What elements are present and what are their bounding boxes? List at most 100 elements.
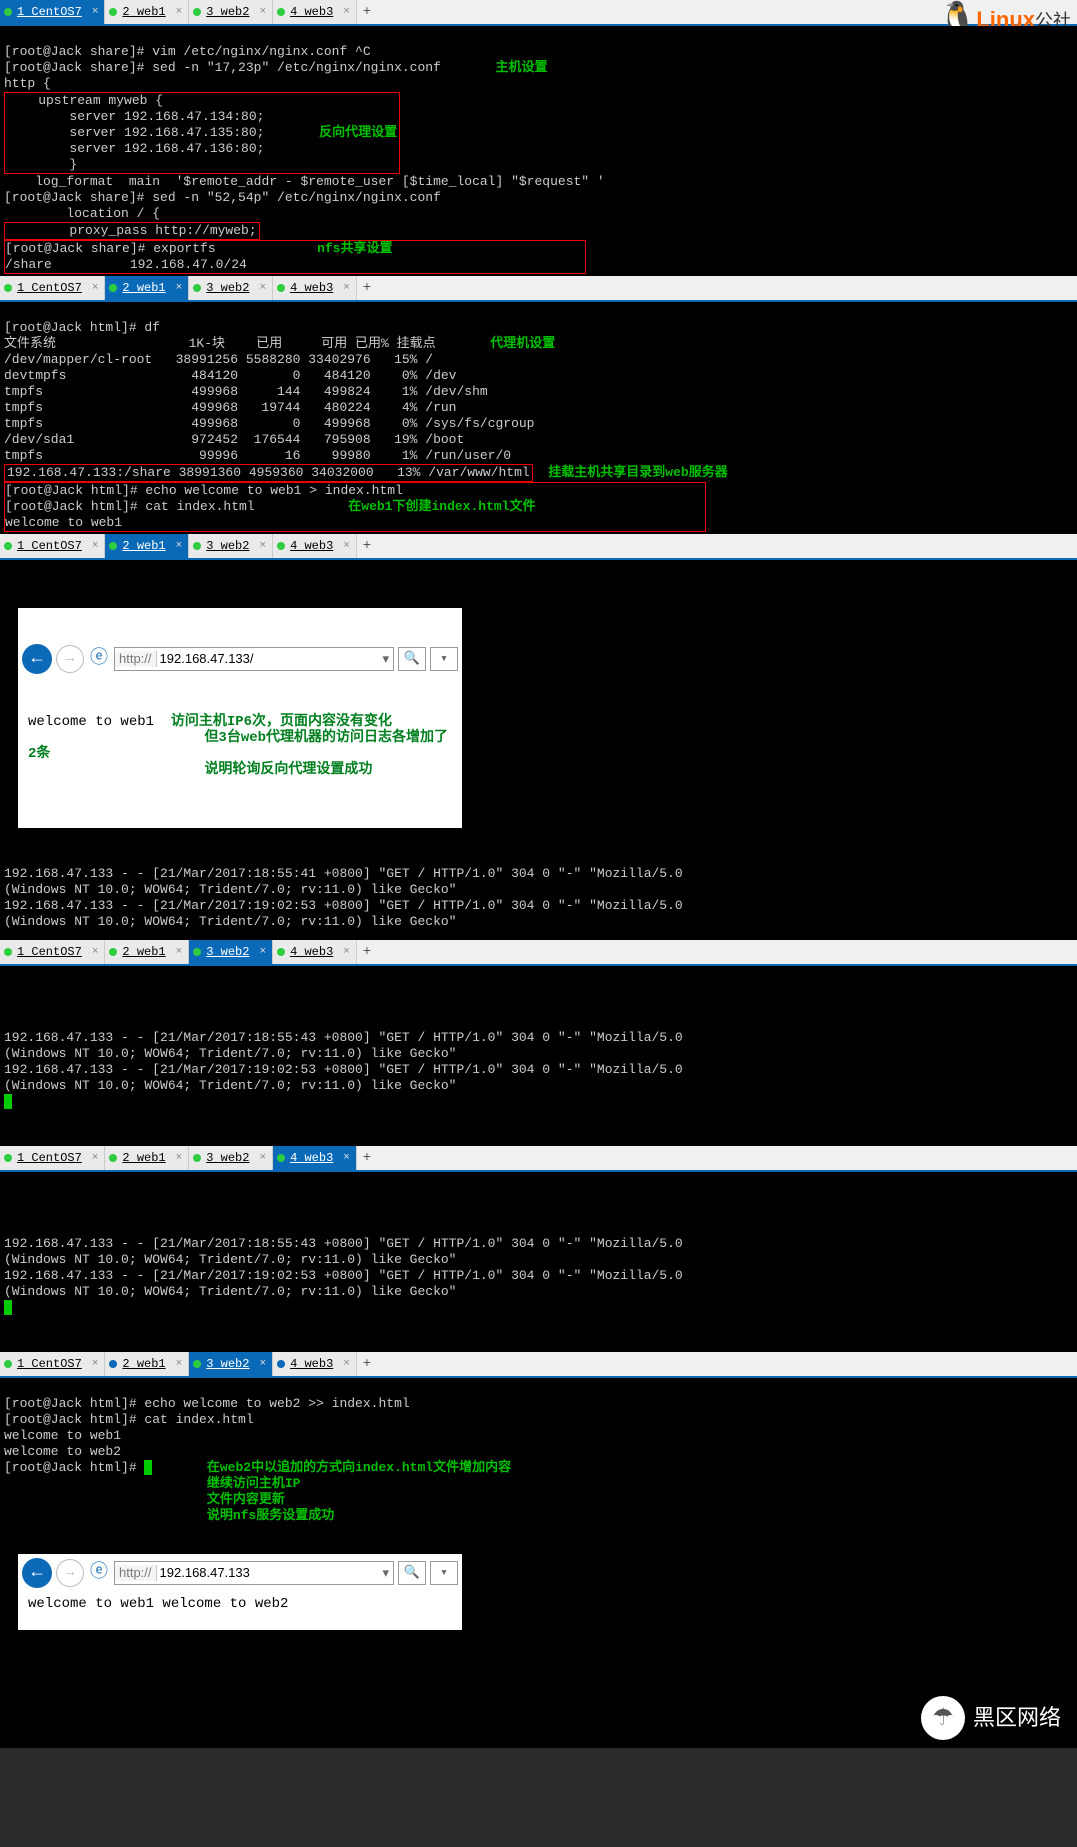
status-dot-icon	[109, 1154, 117, 1162]
close-icon[interactable]: ×	[343, 540, 350, 552]
annotation: 继续访问主机IP	[207, 1476, 301, 1491]
close-icon[interactable]: ×	[92, 946, 99, 958]
tab-web3[interactable]: 4 web3×	[273, 534, 357, 558]
tabbar-3: 1 CentOS7× 2 web1× 3 web2× 4 web3× +	[0, 534, 1077, 560]
close-icon[interactable]: ×	[92, 1358, 99, 1370]
tab-web3[interactable]: 4 web3×	[273, 0, 357, 24]
tab-web1[interactable]: 2 web1×	[105, 534, 189, 558]
forward-button[interactable]: →	[56, 1559, 84, 1587]
cursor: _	[4, 1300, 12, 1315]
address-bar[interactable]: http://192.168.47.133/ ▾	[114, 647, 394, 671]
tab-centos7[interactable]: 1 CentOS7×	[0, 0, 105, 24]
status-dot-icon	[4, 1154, 12, 1162]
terminal-6[interactable]: [root@Jack html]# echo welcome to web2 >…	[0, 1378, 1077, 1748]
tab-web2[interactable]: 3 web2×	[189, 1146, 273, 1170]
close-icon[interactable]: ×	[259, 540, 266, 552]
tab-web1[interactable]: 2 web1×	[105, 940, 189, 964]
tabbar-1: 1 CentOS7× 2 web1× 3 web2× 4 web3× + 🐧Li…	[0, 0, 1077, 26]
close-icon[interactable]: ×	[92, 282, 99, 294]
close-icon[interactable]: ×	[176, 946, 183, 958]
add-tab-button[interactable]: +	[357, 1150, 377, 1166]
back-button[interactable]: ←	[22, 644, 52, 674]
status-dot-icon	[277, 948, 285, 956]
proxy-pass-block: proxy_pass http://myweb;	[4, 222, 260, 240]
terminal-5[interactable]: 192.168.47.133 - - [21/Mar/2017:18:55:43…	[0, 1172, 728, 1352]
close-icon[interactable]: ×	[259, 6, 266, 18]
close-icon[interactable]: ×	[343, 1152, 350, 1164]
tab-web1[interactable]: 2 web1×	[105, 1352, 189, 1376]
term-line: [root@Jack html]#	[4, 1460, 144, 1475]
tab-web2[interactable]: 3 web2×	[189, 0, 273, 24]
terminal-4[interactable]: 192.168.47.133 - - [21/Mar/2017:18:55:43…	[0, 966, 728, 1146]
tab-centos7[interactable]: 1 CentOS7×	[0, 1352, 105, 1376]
add-tab-button[interactable]: +	[357, 4, 377, 20]
status-dot-icon	[277, 284, 285, 292]
tab-web3[interactable]: 4 web3×	[273, 1146, 357, 1170]
close-icon[interactable]: ×	[176, 1152, 183, 1164]
close-icon[interactable]: ×	[92, 540, 99, 552]
add-tab-button[interactable]: +	[357, 1356, 377, 1372]
tab-centos7[interactable]: 1 CentOS7×	[0, 940, 105, 964]
close-icon[interactable]: ×	[259, 1152, 266, 1164]
status-dot-icon	[193, 542, 201, 550]
tab-web1[interactable]: 2 web1×	[105, 276, 189, 300]
panel-browser-test-1: 1 CentOS7× 2 web1× 3 web2× 4 web3× + ← →…	[0, 534, 1077, 940]
terminal-1[interactable]: [root@Jack share]# vim /etc/nginx/nginx.…	[0, 26, 1077, 276]
status-dot-icon	[4, 8, 12, 16]
tab-web1[interactable]: 2 web1×	[105, 1146, 189, 1170]
exportfs-block: [root@Jack share]# exportfs nfs共享设置 /sha…	[4, 240, 586, 274]
tab-web3[interactable]: 4 web3×	[273, 1352, 357, 1376]
close-icon[interactable]: ×	[176, 540, 183, 552]
panel-web3-log: 1 CentOS7× 2 web1× 3 web2× 4 web3× + 192…	[0, 1146, 1077, 1352]
chevron-down-icon[interactable]: ▾	[378, 651, 393, 667]
search-button[interactable]: 🔍	[398, 1561, 426, 1585]
tab-web1[interactable]: 2 web1×	[105, 0, 189, 24]
tab-web3[interactable]: 4 web3×	[273, 940, 357, 964]
close-icon[interactable]: ×	[343, 282, 350, 294]
close-icon[interactable]: ×	[343, 946, 350, 958]
annotation-proxy-machine: 代理机设置	[490, 336, 555, 351]
tab-web2[interactable]: 3 web2×	[189, 276, 273, 300]
tab-web2[interactable]: 3 web2×	[189, 534, 273, 558]
search-button[interactable]: 🔍	[398, 647, 426, 671]
add-tab-button[interactable]: +	[357, 944, 377, 960]
add-tab-button[interactable]: +	[357, 280, 377, 296]
panel-nfs-update: 1 CentOS7× 2 web1× 3 web2× 4 web3× + [ro…	[0, 1352, 1077, 1748]
add-tab-button[interactable]: +	[357, 538, 377, 554]
back-button[interactable]: ←	[22, 1558, 52, 1588]
close-icon[interactable]: ×	[92, 1152, 99, 1164]
status-dot-icon	[277, 8, 285, 16]
annotation: 说明nfs服务设置成功	[207, 1508, 334, 1523]
tab-centos7[interactable]: 1 CentOS7×	[0, 276, 105, 300]
close-icon[interactable]: ×	[176, 282, 183, 294]
tab-centos7[interactable]: 1 CentOS7×	[0, 534, 105, 558]
status-dot-icon	[193, 284, 201, 292]
forward-button[interactable]: →	[56, 645, 84, 673]
annotation-host: 主机设置	[495, 60, 547, 75]
terminal-2[interactable]: [root@Jack html]# df 文件系统 1K-块 已用 可用 已用%…	[0, 302, 1077, 534]
term-line: 文件系统 1K-块 已用 可用 已用% 挂载点	[4, 336, 436, 351]
options-button[interactable]: ▾	[430, 647, 458, 671]
term-line: devtmpfs 484120 0 484120 0% /dev	[4, 368, 456, 383]
close-icon[interactable]: ×	[259, 1358, 266, 1370]
upstream-block: upstream myweb { server 192.168.47.134:8…	[4, 92, 400, 174]
tab-web2[interactable]: 3 web2×	[189, 1352, 273, 1376]
term-line: /dev/sda1 972452 176544 795908 19% /boot	[4, 432, 464, 447]
close-icon[interactable]: ×	[259, 946, 266, 958]
tab-web2[interactable]: 3 web2×	[189, 940, 273, 964]
close-icon[interactable]: ×	[92, 6, 99, 18]
tab-web3[interactable]: 4 web3×	[273, 276, 357, 300]
terminal-3[interactable]: ← → ⓔ http://192.168.47.133/ ▾ 🔍 ▾ welco…	[0, 560, 1077, 940]
status-dot-icon	[277, 542, 285, 550]
term-line: [root@Jack html]# echo welcome to web2 >…	[4, 1396, 410, 1411]
close-icon[interactable]: ×	[259, 282, 266, 294]
close-icon[interactable]: ×	[343, 1358, 350, 1370]
chevron-down-icon[interactable]: ▾	[378, 1565, 393, 1581]
term-line: tmpfs 99996 16 99980 1% /run/user/0	[4, 448, 511, 463]
options-button[interactable]: ▾	[430, 1561, 458, 1585]
close-icon[interactable]: ×	[343, 6, 350, 18]
close-icon[interactable]: ×	[176, 6, 183, 18]
close-icon[interactable]: ×	[176, 1358, 183, 1370]
tab-centos7[interactable]: 1 CentOS7×	[0, 1146, 105, 1170]
address-bar[interactable]: http://192.168.47.133 ▾	[114, 1561, 394, 1585]
